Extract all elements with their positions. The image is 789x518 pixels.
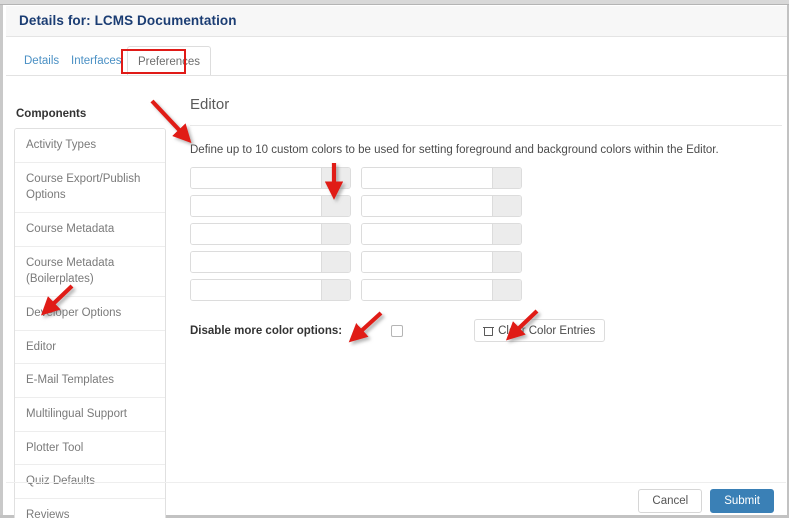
sidebar-item-course-metadata-boilerplates[interactable]: Course Metadata (Boilerplates) bbox=[15, 246, 165, 298]
section-description: Define up to 10 custom colors to be used… bbox=[190, 144, 719, 156]
color-field-3[interactable] bbox=[190, 195, 351, 217]
color-field-10[interactable] bbox=[361, 279, 522, 301]
color-field-5[interactable] bbox=[190, 223, 351, 245]
dialog-footer: Cancel Submit bbox=[638, 489, 774, 513]
sidebar-list: Activity Types Course Export/Publish Opt… bbox=[14, 128, 166, 518]
color-input-9[interactable] bbox=[191, 280, 321, 300]
disable-more-colors-label: Disable more color options: bbox=[190, 324, 343, 337]
color-field-7[interactable] bbox=[190, 251, 351, 273]
color-swatch-button-1[interactable] bbox=[321, 168, 350, 188]
color-swatch-button-3[interactable] bbox=[321, 196, 350, 216]
custom-colors-grid bbox=[190, 167, 522, 301]
disable-more-colors-checkbox[interactable] bbox=[391, 324, 404, 337]
components-sidebar: Components Activity Types Course Export/… bbox=[14, 108, 166, 518]
color-input-3[interactable] bbox=[191, 196, 321, 216]
color-swatch-button-9[interactable] bbox=[321, 280, 350, 300]
application-window: Details for: LCMS Documentation Details … bbox=[0, 0, 789, 518]
footer-divider bbox=[6, 482, 786, 483]
color-swatch-button-7[interactable] bbox=[321, 252, 350, 272]
clear-color-entries-button[interactable]: Clear Color Entries bbox=[474, 319, 606, 342]
color-input-7[interactable] bbox=[191, 252, 321, 272]
color-field-8[interactable] bbox=[361, 251, 522, 273]
color-field-1[interactable] bbox=[190, 167, 351, 189]
sidebar-item-course-export-publish[interactable]: Course Export/Publish Options bbox=[15, 162, 165, 214]
color-field-6[interactable] bbox=[361, 223, 522, 245]
color-row bbox=[190, 195, 522, 217]
clear-color-entries-label: Clear Color Entries bbox=[498, 324, 596, 337]
section-title: Editor bbox=[190, 96, 230, 113]
color-input-4[interactable] bbox=[362, 196, 492, 216]
sidebar-item-activity-types[interactable]: Activity Types bbox=[15, 129, 165, 163]
color-swatch-button-10[interactable] bbox=[492, 280, 521, 300]
window-top-strip bbox=[0, 0, 789, 5]
color-input-8[interactable] bbox=[362, 252, 492, 272]
color-input-5[interactable] bbox=[191, 224, 321, 244]
sidebar-item-course-metadata[interactable]: Course Metadata bbox=[15, 213, 165, 247]
color-input-2[interactable] bbox=[362, 168, 492, 188]
window-left-edge-inner bbox=[3, 5, 6, 518]
tab-bar: Details Interfaces Preferences bbox=[6, 46, 787, 76]
title-bar: Details for: LCMS Documentation bbox=[6, 6, 787, 37]
sidebar-heading: Components bbox=[16, 108, 87, 120]
color-swatch-button-6[interactable] bbox=[492, 224, 521, 244]
sidebar-item-developer-options[interactable]: Developer Options bbox=[15, 297, 165, 331]
color-field-2[interactable] bbox=[361, 167, 522, 189]
sidebar-item-email-templates[interactable]: E-Mail Templates bbox=[15, 364, 165, 399]
cancel-button[interactable]: Cancel bbox=[638, 489, 703, 513]
color-swatch-button-8[interactable] bbox=[492, 252, 521, 272]
sidebar-item-multilingual-support[interactable]: Multilingual Support bbox=[15, 398, 165, 432]
color-swatch-button-4[interactable] bbox=[492, 196, 521, 216]
tab-preferences[interactable]: Preferences bbox=[127, 46, 212, 76]
tab-bar-underline bbox=[6, 75, 787, 76]
color-swatch-button-2[interactable] bbox=[492, 168, 521, 188]
color-swatch-button-5[interactable] bbox=[321, 224, 350, 244]
page-title: Details for: LCMS Documentation bbox=[19, 13, 237, 28]
color-input-1[interactable] bbox=[191, 168, 321, 188]
sidebar-item-reviews[interactable]: Reviews bbox=[15, 499, 165, 518]
color-row bbox=[190, 279, 522, 301]
trash-icon bbox=[483, 326, 495, 336]
editor-preferences-panel: Editor Define up to 10 custom colors to … bbox=[186, 96, 782, 342]
color-input-6[interactable] bbox=[362, 224, 492, 244]
tab-interfaces[interactable]: Interfaces bbox=[61, 46, 132, 76]
sidebar-item-editor[interactable]: Editor bbox=[15, 330, 165, 365]
color-row bbox=[190, 251, 522, 273]
editor-options-row: Disable more color options: Clear Color … bbox=[190, 319, 782, 342]
color-input-10[interactable] bbox=[362, 280, 492, 300]
sidebar-item-plotter-tool[interactable]: Plotter Tool bbox=[15, 431, 165, 466]
color-row bbox=[190, 167, 522, 189]
submit-button[interactable]: Submit bbox=[710, 489, 774, 513]
color-row bbox=[190, 223, 522, 245]
color-field-9[interactable] bbox=[190, 279, 351, 301]
color-field-4[interactable] bbox=[361, 195, 522, 217]
